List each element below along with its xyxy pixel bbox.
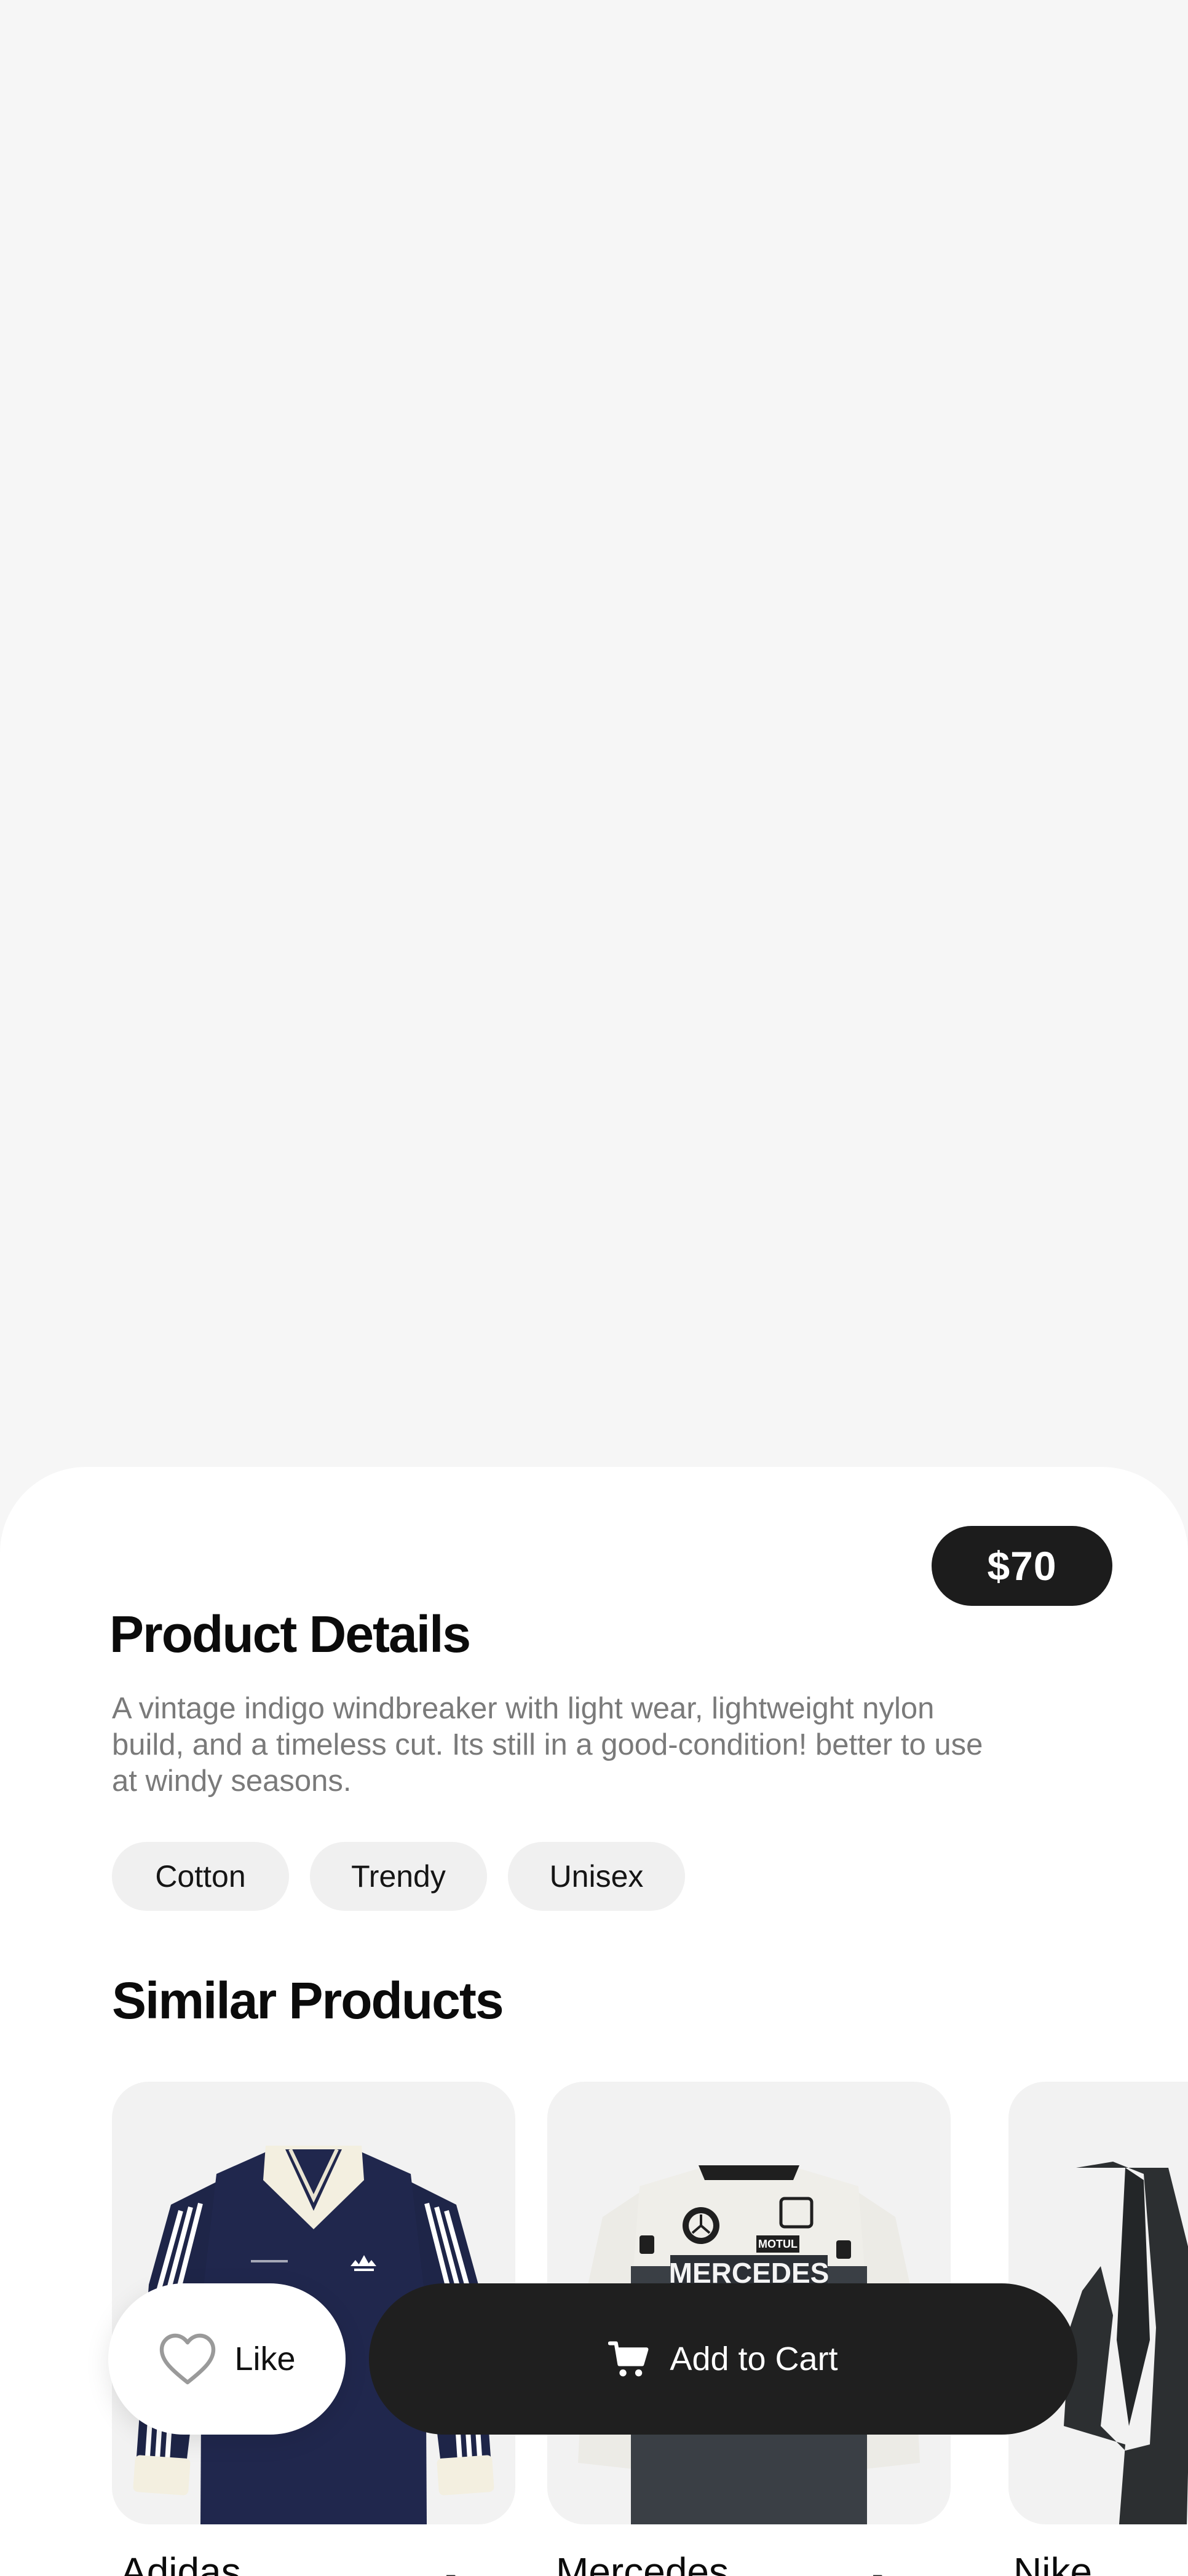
similar-product-name-nike[interactable]: Nike bbox=[1013, 2549, 1092, 2576]
shopping-cart-icon bbox=[608, 2341, 649, 2377]
arrow-up-right-icon[interactable]: ↗ bbox=[861, 2565, 887, 2576]
add-to-cart-label: Add to Cart bbox=[670, 2341, 838, 2377]
tag-cotton[interactable]: Cotton bbox=[112, 1842, 289, 1911]
like-label: Like bbox=[234, 2341, 296, 2377]
arrow-up-right-icon[interactable]: ↗ bbox=[434, 2565, 460, 2576]
tag-unisex[interactable]: Unisex bbox=[508, 1842, 685, 1911]
similar-product-name-adidas[interactable]: Adidas bbox=[121, 2549, 241, 2576]
like-button[interactable]: Like bbox=[108, 2283, 346, 2435]
similar-product-name-mercedes[interactable]: Mercedes bbox=[556, 2549, 729, 2576]
motul-print: MOTUL bbox=[758, 2238, 798, 2250]
product-hero-image bbox=[0, 0, 1188, 1469]
product-details-title: Product Details bbox=[109, 1605, 471, 1663]
tag-list: Cotton Trendy Unisex bbox=[112, 1842, 685, 1911]
heart-icon bbox=[160, 2333, 216, 2385]
add-to-cart-button[interactable]: Add to Cart bbox=[369, 2283, 1077, 2435]
tag-trendy[interactable]: Trendy bbox=[310, 1842, 487, 1911]
similar-products-title: Similar Products bbox=[112, 1972, 504, 2029]
price-badge: $70 bbox=[932, 1526, 1112, 1606]
product-description: A vintage indigo windbreaker with light … bbox=[112, 1692, 983, 1798]
